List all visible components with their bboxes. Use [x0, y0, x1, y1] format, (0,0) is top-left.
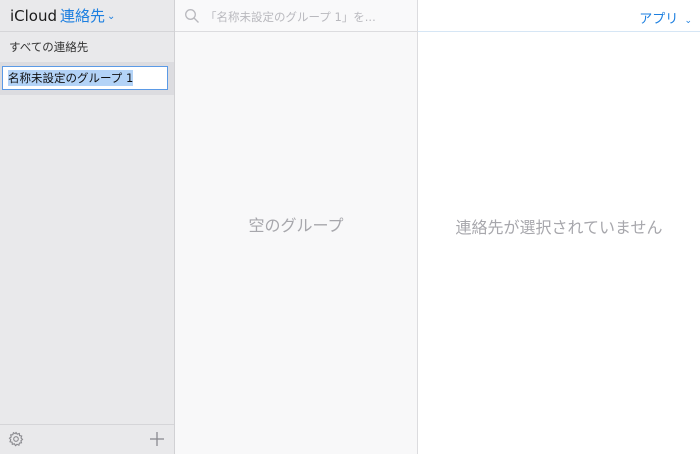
- groups-sidebar: iCloud 連絡先 ⌄ すべての連絡先: [0, 0, 175, 454]
- no-selection-message: 連絡先が選択されていません: [455, 218, 663, 237]
- sidebar-footer: [0, 424, 174, 454]
- chevron-down-icon[interactable]: ⌄: [107, 11, 115, 22]
- icloud-brand: iCloud: [10, 6, 58, 25]
- group-name-input[interactable]: [2, 66, 168, 90]
- contact-list-pane: 空のグループ: [175, 0, 418, 454]
- sidebar-item-all-contacts[interactable]: すべての連絡先: [0, 33, 174, 61]
- detail-header: アプリ ⌄: [418, 0, 700, 32]
- contact-detail-pane: アプリ ⌄ 連絡先が選択されていません: [418, 0, 700, 454]
- app-switcher-label: アプリ: [639, 12, 679, 27]
- sidebar-item-label: すべての連絡先: [9, 40, 89, 54]
- search-icon: [185, 9, 199, 23]
- empty-group-message: 空のグループ: [248, 216, 344, 235]
- app-switcher-button[interactable]: アプリ ⌄: [639, 8, 692, 27]
- chevron-down-icon: ⌄: [684, 16, 692, 26]
- gear-icon[interactable]: [8, 431, 24, 447]
- search-input[interactable]: [203, 4, 417, 30]
- app-name[interactable]: 連絡先: [60, 5, 105, 26]
- plus-icon[interactable]: [148, 430, 166, 448]
- app-title-menu[interactable]: iCloud 連絡先 ⌄: [0, 0, 174, 32]
- search-bar: [175, 0, 417, 32]
